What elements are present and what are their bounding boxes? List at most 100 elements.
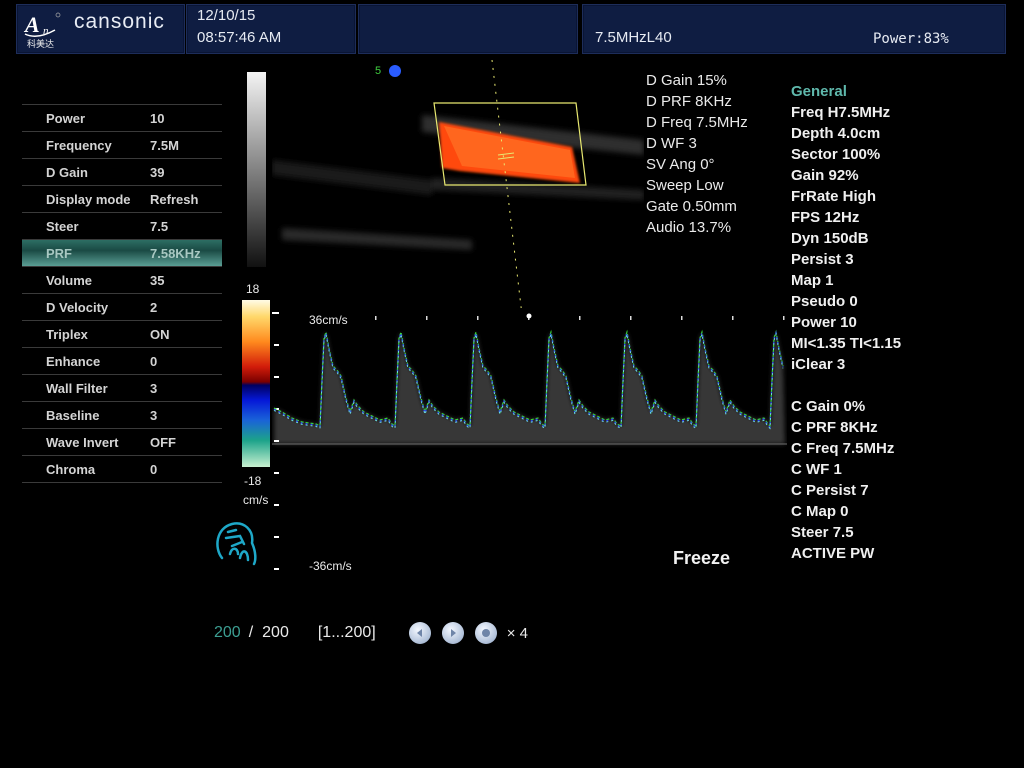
time-tick bbox=[426, 316, 428, 320]
velocity-tick bbox=[274, 536, 279, 538]
menu-item-value: 35 bbox=[150, 273, 165, 288]
menu-item-value: 7.5 bbox=[150, 219, 169, 234]
menu-item-label: Wall Filter bbox=[46, 381, 108, 396]
velocity-bottom-label: -36cm/s bbox=[309, 559, 352, 573]
general-param: Sector 100% bbox=[791, 146, 881, 163]
time-tick bbox=[477, 316, 479, 320]
general-param: Power 10 bbox=[791, 314, 857, 331]
bmode-image[interactable]: 5 bbox=[272, 60, 644, 315]
menu-item-value: 3 bbox=[150, 408, 158, 423]
time-tick bbox=[732, 316, 734, 320]
logo-subtext: 科美达 bbox=[27, 39, 55, 49]
doppler-param: D WF 3 bbox=[646, 135, 697, 152]
velocity-tick bbox=[274, 440, 279, 442]
color-param: C PRF 8KHz bbox=[791, 419, 878, 436]
brand-name: cansonic bbox=[74, 10, 165, 33]
probe-panel: 7.5MHzL40 Power:83% bbox=[582, 4, 1006, 54]
cine-play-button[interactable] bbox=[474, 622, 497, 644]
datetime-panel: 12/10/15 08:57:46 AM bbox=[186, 4, 356, 54]
velocity-tick bbox=[272, 312, 279, 314]
doppler-param: SV Ang 0° bbox=[646, 156, 715, 173]
menu-item-volume[interactable]: Volume 35 bbox=[22, 266, 222, 293]
freeze-status: Freeze bbox=[673, 548, 731, 568]
doppler-param: Sweep Low bbox=[646, 177, 724, 194]
velocity-tick bbox=[274, 568, 279, 570]
color-param: C Freq 7.5MHz bbox=[791, 440, 895, 457]
menu-item-chroma[interactable]: Chroma 0 bbox=[22, 455, 222, 483]
menu-item-label: D Velocity bbox=[46, 300, 109, 315]
general-param: Pseudo 0 bbox=[791, 293, 858, 310]
color-param: ACTIVE PW bbox=[791, 545, 875, 562]
doppler-param: D Freq 7.5MHz bbox=[646, 114, 748, 131]
time-tick bbox=[783, 316, 785, 320]
menu-item-label: Frequency bbox=[46, 138, 112, 153]
menu-item-triplex[interactable]: Triplex ON bbox=[22, 320, 222, 347]
play-stop-icon bbox=[481, 629, 490, 637]
velocity-top-label: 36cm/s bbox=[309, 313, 348, 327]
menu-item-value: OFF bbox=[150, 435, 176, 450]
menu-item-label: Wave Invert bbox=[46, 435, 119, 450]
color-param: C Persist 7 bbox=[791, 482, 869, 499]
time-tick bbox=[681, 316, 683, 320]
general-param: FrRate High bbox=[791, 188, 877, 205]
menu-item-label: Chroma bbox=[46, 462, 96, 477]
cine-speed: × 4 bbox=[506, 624, 528, 642]
menu-item-wall-filter[interactable]: Wall Filter 3 bbox=[22, 374, 222, 401]
battery-power: Power:83% bbox=[873, 31, 949, 47]
menu-item-label: Display mode bbox=[46, 192, 131, 207]
general-param: Persist 3 bbox=[791, 251, 854, 268]
velocity-tick bbox=[274, 376, 279, 378]
menu-item-baseline[interactable]: Baseline 3 bbox=[22, 401, 222, 428]
menu-item-label: Enhance bbox=[46, 354, 101, 369]
menu-item-label: PRF bbox=[46, 246, 72, 261]
menu-item-label: Triplex bbox=[46, 327, 88, 342]
menu-item-d-gain[interactable]: D Gain 39 bbox=[22, 158, 222, 185]
general-param: Dyn 150dB bbox=[791, 230, 869, 247]
doppler-param: Audio 13.7% bbox=[646, 219, 732, 236]
body-mark-icon[interactable] bbox=[212, 518, 262, 568]
menu-item-prf[interactable]: PRF 7.58KHz bbox=[22, 239, 222, 266]
spectral-doppler-display[interactable] bbox=[272, 308, 787, 578]
cine-separator: / bbox=[248, 624, 254, 641]
cine-total-frames: 200 bbox=[262, 624, 289, 641]
time-tick bbox=[579, 316, 581, 320]
velocity-tick bbox=[274, 472, 279, 474]
time-text: 08:57:46 AM bbox=[197, 29, 282, 46]
velocity-tick bbox=[274, 504, 279, 506]
cine-next-button[interactable] bbox=[441, 622, 464, 644]
cine-current-frame: 200 bbox=[214, 624, 241, 641]
doppler-param: Gate 0.50mm bbox=[646, 198, 737, 215]
general-param: Map 1 bbox=[791, 272, 834, 289]
general-title: General bbox=[791, 83, 847, 100]
cine-prev-button[interactable] bbox=[408, 622, 431, 644]
general-param: Depth 4.0cm bbox=[791, 125, 881, 142]
doppler-param: D Gain 15% bbox=[646, 72, 727, 89]
time-tick bbox=[630, 316, 632, 320]
menu-item-label: Steer bbox=[46, 219, 79, 234]
color-param: C Map 0 bbox=[791, 503, 849, 520]
menu-item-wave-invert[interactable]: Wave Invert OFF bbox=[22, 428, 222, 455]
menu-item-power[interactable]: Power 10 bbox=[22, 104, 222, 131]
menu-item-frequency[interactable]: Frequency 7.5M bbox=[22, 131, 222, 158]
logo-panel: A n 科美达 cansonic bbox=[16, 4, 185, 54]
general-panel: General Freq H7.5MHz Depth 4.0cm Sector 10… bbox=[791, 81, 901, 564]
cursor-position-dot bbox=[526, 313, 532, 319]
menu-item-value: 0 bbox=[150, 354, 158, 369]
menu-item-display-mode[interactable]: Display mode Refresh bbox=[22, 185, 222, 212]
menu-item-enhance[interactable]: Enhance 0 bbox=[22, 347, 222, 374]
velocity-tick bbox=[274, 344, 279, 346]
frame-indicator: 5 bbox=[375, 65, 381, 77]
color-param: C WF 1 bbox=[791, 461, 842, 478]
general-param: Gain 92% bbox=[791, 167, 859, 184]
menu-item-value: 3 bbox=[150, 381, 158, 396]
menu-item-steer[interactable]: Steer 7.5 bbox=[22, 212, 222, 239]
menu-item-d-velocity[interactable]: D Velocity 2 bbox=[22, 293, 222, 320]
general-param: iClear 3 bbox=[791, 356, 846, 373]
menu-item-value: 0 bbox=[150, 462, 158, 477]
cine-range: [1...200] bbox=[317, 624, 376, 641]
general-param: MI<1.35 TI<1.15 bbox=[791, 335, 902, 352]
menu-item-label: Baseline bbox=[46, 408, 100, 423]
menu-item-value: ON bbox=[150, 327, 170, 342]
prev-icon bbox=[416, 629, 422, 637]
